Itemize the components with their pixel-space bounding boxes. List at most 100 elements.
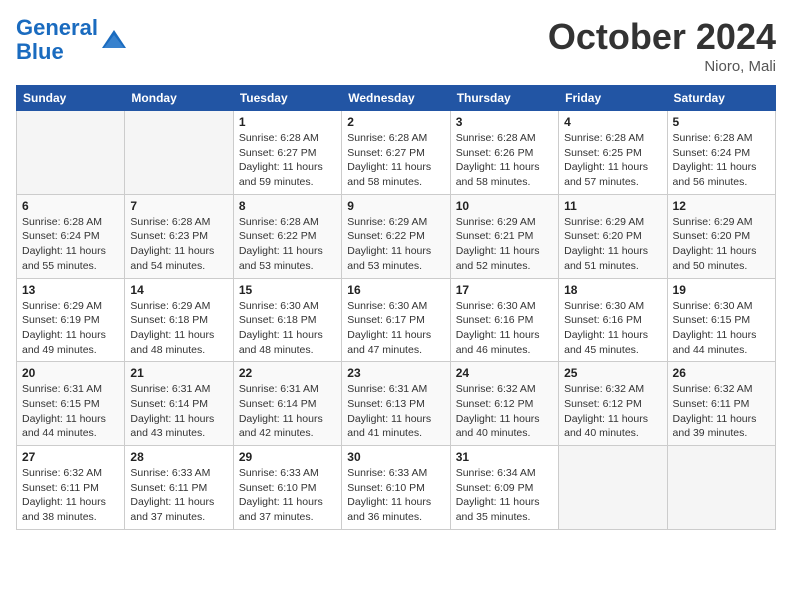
calendar-week-row: 27 Sunrise: 6:32 AMSunset: 6:11 PMDayligh… <box>17 446 776 530</box>
day-number: 31 <box>456 450 553 464</box>
day-info: Sunrise: 6:29 AMSunset: 6:20 PMDaylight:… <box>673 215 770 274</box>
calendar-table: SundayMondayTuesdayWednesdayThursdayFrid… <box>16 85 776 530</box>
day-info: Sunrise: 6:28 AMSunset: 6:24 PMDaylight:… <box>22 215 119 274</box>
day-info: Sunrise: 6:31 AMSunset: 6:15 PMDaylight:… <box>22 382 119 441</box>
day-of-week-header: Thursday <box>450 86 558 111</box>
location: Nioro, Mali <box>548 58 776 75</box>
day-of-week-header: Saturday <box>667 86 775 111</box>
day-info: Sunrise: 6:28 AMSunset: 6:25 PMDaylight:… <box>564 131 661 190</box>
calendar-cell: 8Sunrise: 6:28 AMSunset: 6:22 PMDaylight… <box>233 194 341 278</box>
day-of-week-header: Tuesday <box>233 86 341 111</box>
day-info: Sunrise: 6:33 AMSunset: 6:10 PMDaylight:… <box>239 466 336 525</box>
calendar-cell: 24 Sunrise: 6:32 AMSunset: 6:12 PMDayligh… <box>450 362 558 446</box>
day-number: 10 <box>456 199 553 213</box>
day-info: Sunrise: 6:33 AMSunset: 6:10 PMDaylight:… <box>347 466 444 525</box>
day-info: Sunrise: 6:31 AMSunset: 6:13 PMDaylight:… <box>347 382 444 441</box>
day-number: 4 <box>564 115 661 129</box>
day-info: Sunrise: 6:28 AMSunset: 6:26 PMDaylight:… <box>456 131 553 190</box>
calendar-cell: 22Sunrise: 6:31 AMSunset: 6:14 PMDayligh… <box>233 362 341 446</box>
calendar-week-row: 20Sunrise: 6:31 AMSunset: 6:15 PMDayligh… <box>17 362 776 446</box>
day-number: 25 <box>564 366 661 380</box>
day-info: Sunrise: 6:30 AMSunset: 6:18 PMDaylight:… <box>239 299 336 358</box>
calendar-cell <box>125 111 233 195</box>
calendar-cell: 5 Sunrise: 6:28 AMSunset: 6:24 PMDaylight… <box>667 111 775 195</box>
day-info: Sunrise: 6:31 AMSunset: 6:14 PMDaylight:… <box>239 382 336 441</box>
day-number: 6 <box>22 199 119 213</box>
day-number: 14 <box>130 283 227 297</box>
day-number: 9 <box>347 199 444 213</box>
calendar-cell <box>667 446 775 530</box>
day-number: 11 <box>564 199 661 213</box>
calendar-cell: 14 Sunrise: 6:29 AMSunset: 6:18 PMDayligh… <box>125 278 233 362</box>
day-of-week-header: Sunday <box>17 86 125 111</box>
day-number: 26 <box>673 366 770 380</box>
day-number: 18 <box>564 283 661 297</box>
calendar-cell: 2 Sunrise: 6:28 AMSunset: 6:27 PMDaylight… <box>342 111 450 195</box>
day-info: Sunrise: 6:33 AMSunset: 6:11 PMDaylight:… <box>130 466 227 525</box>
title-block: October 2024 Nioro, Mali <box>548 16 776 75</box>
calendar-cell: 20Sunrise: 6:31 AMSunset: 6:15 PMDayligh… <box>17 362 125 446</box>
day-info: Sunrise: 6:30 AMSunset: 6:17 PMDaylight:… <box>347 299 444 358</box>
day-info: Sunrise: 6:30 AMSunset: 6:16 PMDaylight:… <box>564 299 661 358</box>
day-number: 13 <box>22 283 119 297</box>
day-number: 8 <box>239 199 336 213</box>
calendar-cell: 30Sunrise: 6:33 AMSunset: 6:10 PMDayligh… <box>342 446 450 530</box>
day-number: 7 <box>130 199 227 213</box>
calendar-cell: 16Sunrise: 6:30 AMSunset: 6:17 PMDayligh… <box>342 278 450 362</box>
page-header: General Blue October 2024 Nioro, Mali <box>16 16 776 75</box>
calendar-cell: 15 Sunrise: 6:30 AMSunset: 6:18 PMDayligh… <box>233 278 341 362</box>
calendar-cell: 21Sunrise: 6:31 AMSunset: 6:14 PMDayligh… <box>125 362 233 446</box>
day-info: Sunrise: 6:32 AMSunset: 6:11 PMDaylight:… <box>673 382 770 441</box>
month-title: October 2024 <box>548 16 776 58</box>
day-info: Sunrise: 6:29 AMSunset: 6:21 PMDaylight:… <box>456 215 553 274</box>
calendar-week-row: 13 Sunrise: 6:29 AMSunset: 6:19 PMDayligh… <box>17 278 776 362</box>
calendar-cell: 11 Sunrise: 6:29 AMSunset: 6:20 PMDayligh… <box>559 194 667 278</box>
calendar-cell: 19 Sunrise: 6:30 AMSunset: 6:15 PMDayligh… <box>667 278 775 362</box>
calendar-cell: 31Sunrise: 6:34 AMSunset: 6:09 PMDayligh… <box>450 446 558 530</box>
day-info: Sunrise: 6:29 AMSunset: 6:18 PMDaylight:… <box>130 299 227 358</box>
calendar-cell: 23 Sunrise: 6:31 AMSunset: 6:13 PMDayligh… <box>342 362 450 446</box>
calendar-cell: 3 Sunrise: 6:28 AMSunset: 6:26 PMDaylight… <box>450 111 558 195</box>
day-info: Sunrise: 6:32 AMSunset: 6:11 PMDaylight:… <box>22 466 119 525</box>
day-info: Sunrise: 6:30 AMSunset: 6:16 PMDaylight:… <box>456 299 553 358</box>
calendar-cell: 1Sunrise: 6:28 AMSunset: 6:27 PMDaylight… <box>233 111 341 195</box>
day-info: Sunrise: 6:30 AMSunset: 6:15 PMDaylight:… <box>673 299 770 358</box>
calendar-cell: 29 Sunrise: 6:33 AMSunset: 6:10 PMDayligh… <box>233 446 341 530</box>
calendar-cell: 26 Sunrise: 6:32 AMSunset: 6:11 PMDayligh… <box>667 362 775 446</box>
day-number: 19 <box>673 283 770 297</box>
day-number: 3 <box>456 115 553 129</box>
calendar-cell: 6 Sunrise: 6:28 AMSunset: 6:24 PMDaylight… <box>17 194 125 278</box>
calendar-cell: 28Sunrise: 6:33 AMSunset: 6:11 PMDayligh… <box>125 446 233 530</box>
logo-text: General Blue <box>16 16 98 64</box>
calendar-cell <box>17 111 125 195</box>
day-info: Sunrise: 6:32 AMSunset: 6:12 PMDaylight:… <box>456 382 553 441</box>
calendar-header-row: SundayMondayTuesdayWednesdayThursdayFrid… <box>17 86 776 111</box>
calendar-cell <box>559 446 667 530</box>
day-info: Sunrise: 6:29 AMSunset: 6:19 PMDaylight:… <box>22 299 119 358</box>
day-info: Sunrise: 6:29 AMSunset: 6:22 PMDaylight:… <box>347 215 444 274</box>
day-of-week-header: Monday <box>125 86 233 111</box>
day-number: 12 <box>673 199 770 213</box>
day-info: Sunrise: 6:28 AMSunset: 6:27 PMDaylight:… <box>347 131 444 190</box>
calendar-week-row: 6 Sunrise: 6:28 AMSunset: 6:24 PMDaylight… <box>17 194 776 278</box>
day-of-week-header: Friday <box>559 86 667 111</box>
day-number: 23 <box>347 366 444 380</box>
day-info: Sunrise: 6:28 AMSunset: 6:23 PMDaylight:… <box>130 215 227 274</box>
day-number: 29 <box>239 450 336 464</box>
day-number: 15 <box>239 283 336 297</box>
logo-icon <box>100 26 128 54</box>
day-of-week-header: Wednesday <box>342 86 450 111</box>
calendar-week-row: 1 Sunrise: 6:28 AMSunset: 6:27 PMDaylight… <box>17 111 776 195</box>
day-number: 5 <box>673 115 770 129</box>
calendar-cell: 18 Sunrise: 6:30 AMSunset: 6:16 PMDayligh… <box>559 278 667 362</box>
day-number: 27 <box>22 450 119 464</box>
calendar-cell: 12 Sunrise: 6:29 AMSunset: 6:20 PMDayligh… <box>667 194 775 278</box>
calendar-cell: 7 Sunrise: 6:28 AMSunset: 6:23 PMDaylight… <box>125 194 233 278</box>
day-number: 2 <box>347 115 444 129</box>
day-number: 24 <box>456 366 553 380</box>
day-info: Sunrise: 6:28 AMSunset: 6:24 PMDaylight:… <box>673 131 770 190</box>
day-number: 1 <box>239 115 336 129</box>
calendar-cell: 25Sunrise: 6:32 AMSunset: 6:12 PMDayligh… <box>559 362 667 446</box>
calendar-cell: 27 Sunrise: 6:32 AMSunset: 6:11 PMDayligh… <box>17 446 125 530</box>
day-info: Sunrise: 6:29 AMSunset: 6:20 PMDaylight:… <box>564 215 661 274</box>
